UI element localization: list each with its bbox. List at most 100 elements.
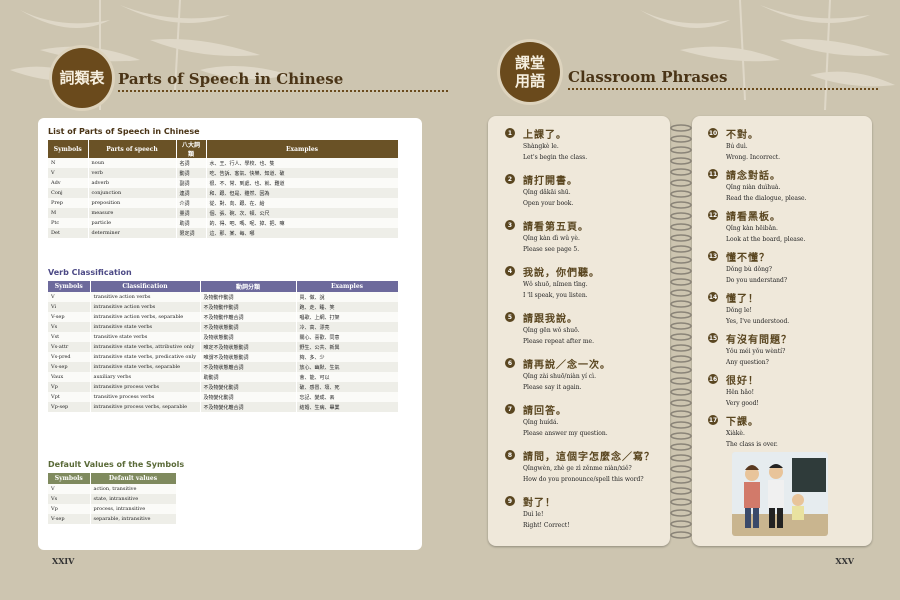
table-row: Vst transitive state verbs 及物狀態動詞 關心、喜歡、同意	[48, 332, 399, 342]
table-cell: noun	[88, 158, 177, 168]
table-cell: transitive process verbs	[90, 392, 201, 402]
phrase-english: Look at the board, please.	[726, 236, 806, 243]
table-cell: V	[48, 484, 91, 494]
table-row: Vp process, intransitive	[48, 504, 177, 514]
phrase-number-badge: 7	[505, 404, 515, 414]
table-cell: 這、那、某、每、哪	[206, 228, 399, 238]
table-cell: 及物狀態動詞	[200, 332, 297, 342]
table-cell: Vp-sep	[48, 402, 91, 412]
table-cell: intransitive action verbs, separable	[90, 312, 201, 322]
phrase-chinese: 請看第五頁。	[523, 222, 589, 233]
table-cell: Vp	[48, 504, 91, 514]
phrase-number-badge: 16	[708, 374, 718, 384]
table-cell: 動詞	[176, 168, 207, 178]
table-cell: 放心、幽默、生氣	[296, 362, 399, 372]
phrase-pinyin: Hěn hǎo!	[726, 389, 755, 396]
phrase-item: 14 懂了！ Dǒng le! Yes, I've understood.	[708, 292, 878, 332]
table-cell: 從、對、向、跟、在、給	[206, 198, 399, 208]
phrase-chinese: 請打開書。	[523, 176, 578, 187]
table-cell: 關心、喜歡、同意	[296, 332, 399, 342]
table-row: Vtransitive action verbs 及物動作動詞 買、做、說	[48, 292, 399, 302]
table-cell: 限定詞	[176, 228, 207, 238]
phrase-item: 7 請回答。 Qǐng huídá. Please answer my questio…	[505, 404, 675, 444]
column-header: Examples	[206, 140, 399, 158]
table-row: Ptc particle 助詞 的、得、吧、嗎、呢、掉、把、嘛	[48, 218, 399, 228]
phrase-english: Any question?	[726, 359, 769, 366]
column-header: Symbols	[48, 473, 91, 484]
phrase-number-badge: 13	[708, 251, 718, 261]
table-cell: V-sep	[48, 514, 91, 524]
table-cell: intransitive state verbs	[90, 322, 201, 332]
column-header: Symbols	[48, 281, 91, 292]
phrase-item: 2 請打開書。 Qǐng dǎkāi shū. Open your book.	[505, 174, 675, 214]
table-cell: transitive action verbs	[90, 292, 201, 302]
table-cell: 買、做、說	[296, 292, 399, 302]
table-cell: Vpt	[48, 392, 91, 402]
table-cell: Vs-pred	[48, 352, 91, 362]
table-cell: Vs	[48, 322, 91, 332]
phrase-number-badge: 12	[708, 210, 718, 220]
table-row: Nnoun 名詞 水、王、行人、學校、也、隻	[48, 158, 399, 168]
phrase-english: How do you pronounce/spell this word?	[523, 476, 644, 483]
table-cell: conjunction	[88, 188, 177, 198]
phrase-number-badge: 11	[708, 169, 718, 179]
table-cell: transitive state verbs	[90, 332, 201, 342]
table-cell: intransitive process verbs	[90, 382, 201, 392]
table-row: V-sep intransitive action verbs, separabl…	[48, 312, 399, 322]
table-cell: V-sep	[48, 312, 91, 322]
badge-text-line2: 用語	[514, 72, 545, 90]
table-cell: 不及物狀態動詞	[200, 322, 297, 332]
table-row: Det determiner 限定詞 這、那、某、每、哪	[48, 228, 399, 238]
table-cell: intransitive action verbs	[90, 302, 201, 312]
phrase-pinyin: Bú duì.	[726, 143, 748, 150]
page-number-right: XXV	[835, 556, 854, 566]
table-row: Vs state, intransitive	[48, 494, 177, 504]
phrase-number-badge: 1	[505, 128, 515, 138]
table-cell: determiner	[88, 228, 177, 238]
table-cell: 會、能、可以	[296, 372, 399, 382]
table-cell: 的、得、吧、嗎、呢、掉、把、嘛	[206, 218, 399, 228]
phrase-english: Right! Correct!	[523, 522, 570, 529]
phrase-pinyin: Dǒng le!	[726, 307, 752, 314]
phrase-chinese: 上課了。	[523, 130, 567, 141]
table-cell: 夠、多、少	[296, 352, 399, 362]
phrase-chinese: 請跟我說。	[523, 314, 578, 325]
table-cell: 及物變化動詞	[200, 392, 297, 402]
book-spread: 詞類表 Parts of Speech in Chinese List of P…	[0, 0, 900, 600]
phrase-chinese: 懂不懂？	[726, 253, 770, 264]
phrase-number-badge: 3	[505, 220, 515, 230]
phrase-number-badge: 15	[708, 333, 718, 343]
table-cell: N	[48, 158, 89, 168]
header-dotted-rule	[118, 90, 448, 92]
table-cell: 介詞	[176, 198, 207, 208]
table-row: Prep preposition 介詞 從、對、向、跟、在、給	[48, 198, 399, 208]
phrase-item: 12 請看黑板。 Qǐng kàn hēibǎn. Look at the board…	[708, 210, 878, 250]
phrase-number-badge: 9	[505, 496, 515, 506]
table-cell: process, intransitive	[90, 504, 177, 514]
table-row: Vi intransitive action verbs 不及物動作動詞 跑、走、睡、…	[48, 302, 399, 312]
phrase-number-badge: 4	[505, 266, 515, 276]
phrase-pinyin: Yǒu méi yǒu wèntí?	[726, 348, 786, 355]
phrase-english: I 'll speak, you listen.	[523, 292, 588, 299]
table-row: V-sep separable, intransitive	[48, 514, 177, 524]
column-header: 動詞分類	[200, 281, 297, 292]
phrase-item: 1 上課了。 Shàngkè le. Let's begin the class.	[505, 128, 675, 168]
table-cell: 結婚、生病、畢業	[296, 402, 399, 412]
table-cell: 破、感冒、壞、死	[296, 382, 399, 392]
table-cell: particle	[88, 218, 177, 228]
phrase-pinyin: Qǐng gēn wǒ shuō.	[523, 327, 580, 334]
phrase-item: 13 懂不懂？ Dǒng bù dǒng? Do you understand?	[708, 251, 878, 291]
table-cell: 量詞	[176, 208, 207, 218]
phrase-number-badge: 2	[505, 174, 515, 184]
phrase-pinyin: Duì le!	[523, 511, 544, 518]
page-number-left: XXIV	[52, 556, 75, 566]
table-cell: 名詞	[176, 158, 207, 168]
section-title-parts-of-speech: List of Parts of Speech in Chinese	[48, 127, 200, 136]
phrase-number-badge: 14	[708, 292, 718, 302]
phrase-pinyin: Qǐng niàn duìhuà.	[726, 184, 781, 191]
phrase-english: Very good!	[726, 400, 759, 407]
phrase-chinese: 對了！	[523, 498, 556, 509]
table-cell: 不及物動作動詞	[200, 302, 297, 312]
phrase-number-badge: 5	[505, 312, 515, 322]
table-row: Vs-pred intransitive state verbs, predica…	[48, 352, 399, 362]
